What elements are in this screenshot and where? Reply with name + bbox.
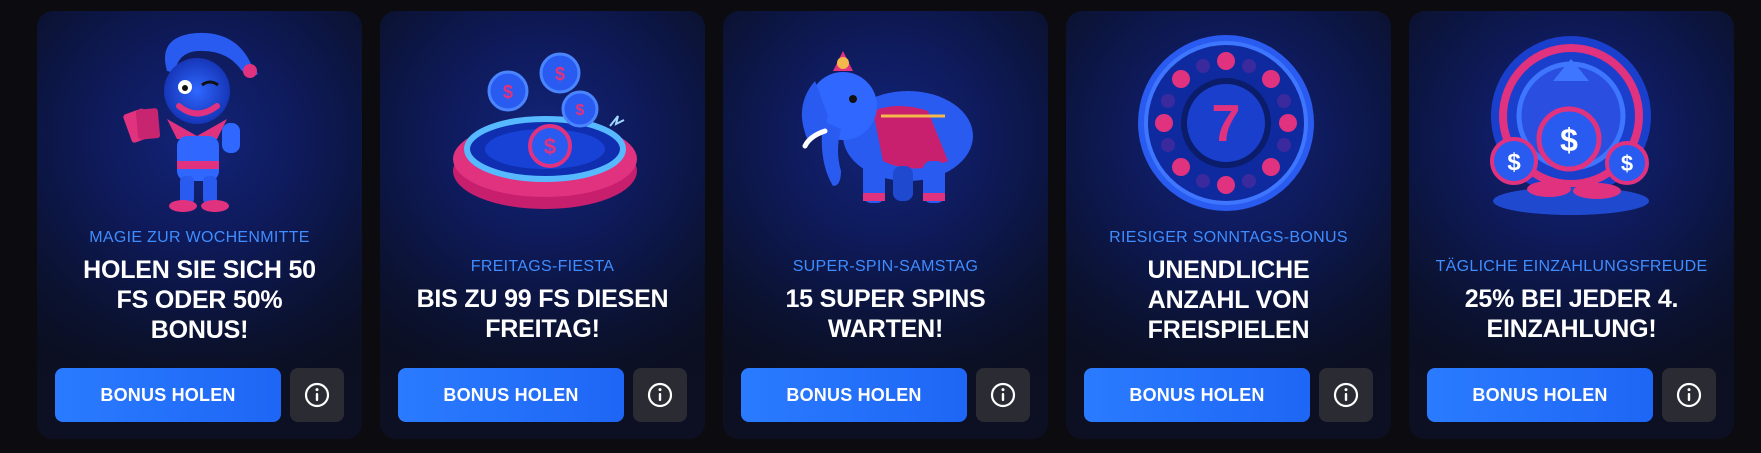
svg-text:$: $ [544, 134, 556, 159]
info-icon [1333, 382, 1359, 408]
svg-text:7: 7 [1212, 95, 1241, 153]
promo-title-line: BONUS! [150, 316, 249, 344]
promo-subtitle: RIESIGER SONNTAGS-BONUS [1109, 229, 1348, 246]
promo-title-line: ANZAHL VON [1147, 286, 1310, 314]
promo-text: MAGIE ZUR WOCHENMITTE HOLEN SIE SICH 50 … [47, 229, 352, 345]
info-button[interactable] [633, 368, 687, 422]
bonus-holen-button[interactable]: BONUS HOLEN [741, 368, 967, 422]
promo-card-midweek: MAGIE ZUR WOCHENMITTE HOLEN SIE SICH 50 … [37, 11, 362, 439]
promo-card-friday: $ $ $ $ FREITAGS-FIESTA BIS ZU 99 FS DIE… [380, 11, 705, 439]
promo-subtitle: MAGIE ZUR WOCHENMITTE [89, 229, 310, 246]
bonus-holen-button[interactable]: BONUS HOLEN [398, 368, 624, 422]
info-button[interactable] [290, 368, 344, 422]
promo-title: 25% BEI JEDER 4. EINZAHLUNG! [1419, 284, 1724, 344]
promo-subtitle: FREITAGS-FIESTA [470, 258, 615, 275]
svg-text:$: $ [1621, 151, 1633, 176]
promo-text: TÄGLICHE EINZAHLUNGSFREUDE 25% BEI JEDER… [1419, 258, 1724, 344]
promo-title-line: BIS ZU 99 FS DIESEN [416, 285, 669, 313]
elephant-icon [801, 51, 973, 203]
promo-title-line: 25% BEI JEDER 4. [1464, 285, 1679, 313]
promo-text: FREITAGS-FIESTA BIS ZU 99 FS DIESEN FREI… [390, 258, 695, 344]
promo-text: RIESIGER SONNTAGS-BONUS UNENDLICHE ANZAH… [1076, 229, 1381, 345]
svg-text:$: $ [1560, 122, 1578, 158]
promo-title-line: 15 SUPER SPINS [785, 285, 986, 313]
bonus-holen-button[interactable]: BONUS HOLEN [55, 368, 281, 422]
deposit-coins-icon: $ $ $ [1490, 36, 1651, 215]
info-icon [990, 382, 1016, 408]
promo-title-line: HOLEN SIE SICH 50 [83, 256, 316, 284]
promo-title-line: EINZAHLUNG! [1486, 315, 1657, 343]
svg-text:$: $ [1507, 149, 1521, 176]
promo-title-line: FREITAG! [485, 315, 600, 343]
svg-text:$: $ [576, 102, 585, 119]
promo-card-daily-deposit: $ $ $ TÄGLICHE EINZAHLUNGSFREUDE 25% BEI… [1409, 11, 1734, 439]
promo-subtitle: TÄGLICHE EINZAHLUNGSFREUDE [1435, 258, 1708, 275]
promo-card-saturday: SUPER-SPIN-SAMSTAG 15 SUPER SPINS WARTEN… [723, 11, 1048, 439]
jester-icon [123, 32, 258, 212]
info-button[interactable] [1662, 368, 1716, 422]
promo-title: UNENDLICHE ANZAHL VON FREISPIELEN [1076, 255, 1381, 345]
info-button[interactable] [1319, 368, 1373, 422]
promo-title: 15 SUPER SPINS WARTEN! [733, 284, 1038, 344]
promo-card-sunday: 7 RIESIGER SONNTAGS-BONUS UNENDLICHE ANZ… [1066, 11, 1391, 439]
promo-subtitle: SUPER-SPIN-SAMSTAG [792, 258, 979, 275]
promo-title-line: FREISPIELEN [1147, 316, 1310, 344]
promo-title: HOLEN SIE SICH 50 FS ODER 50% BONUS! [47, 255, 352, 345]
bonus-holen-button[interactable]: BONUS HOLEN [1427, 368, 1653, 422]
promo-text: SUPER-SPIN-SAMSTAG 15 SUPER SPINS WARTEN… [733, 258, 1038, 344]
svg-text:$: $ [503, 82, 513, 102]
info-icon [304, 382, 330, 408]
info-button[interactable] [976, 368, 1030, 422]
svg-text:$: $ [555, 64, 565, 84]
bonus-holen-button[interactable]: BONUS HOLEN [1084, 368, 1310, 422]
info-icon [647, 382, 673, 408]
promotions-row: MAGIE ZUR WOCHENMITTE HOLEN SIE SICH 50 … [37, 11, 1734, 439]
promo-title-line: WARTEN! [827, 315, 944, 343]
promo-title-line: FS ODER 50% [116, 286, 283, 314]
slot-wheel-7-icon: 7 [1138, 35, 1314, 211]
promo-title-line: UNENDLICHE [1147, 256, 1310, 284]
promo-title: BIS ZU 99 FS DIESEN FREITAG! [390, 284, 695, 344]
coin-portal-icon: $ $ $ $ [453, 52, 637, 209]
info-icon [1676, 382, 1702, 408]
